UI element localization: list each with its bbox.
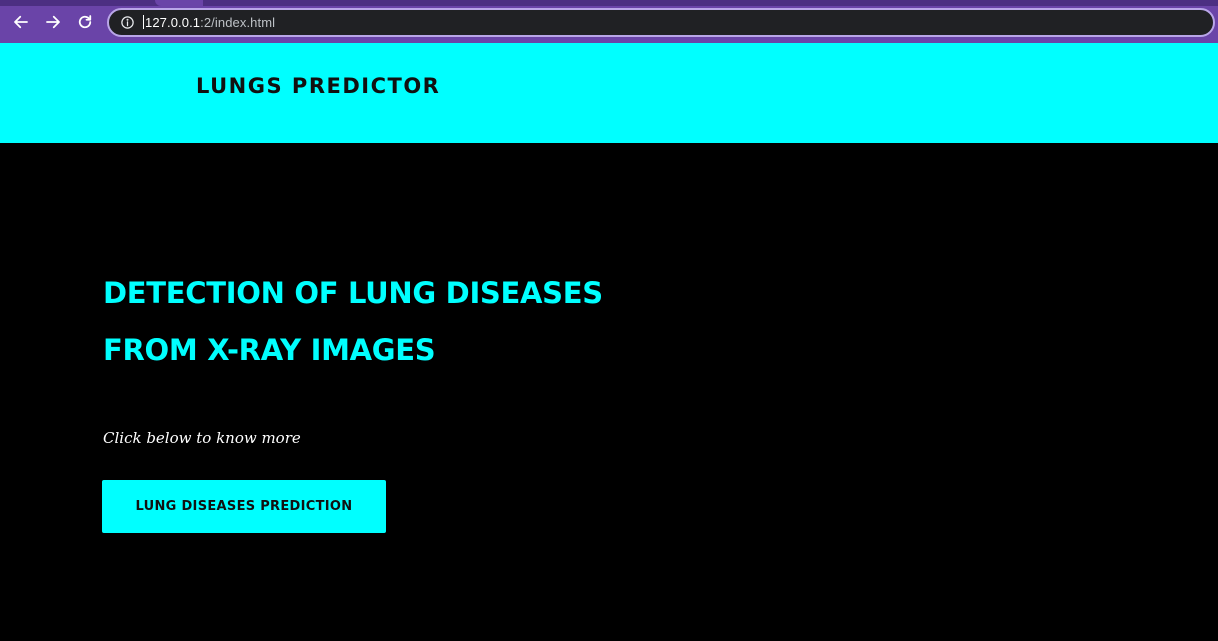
hero-title-line-1: DETECTION OF LUNG DISEASES xyxy=(103,276,603,310)
site-header: LUNGS PREDICTOR xyxy=(0,43,1218,143)
active-tab-edge[interactable] xyxy=(155,0,203,6)
back-button[interactable] xyxy=(10,11,32,33)
url-text[interactable]: 127.0.0.1:2/index.html xyxy=(143,15,275,30)
back-arrow-icon xyxy=(14,15,28,29)
info-icon[interactable] xyxy=(119,15,135,31)
hero-title-line-2: FROM X-RAY IMAGES xyxy=(103,333,436,367)
reload-button[interactable] xyxy=(74,11,96,33)
reload-icon xyxy=(78,15,92,29)
forward-arrow-icon xyxy=(46,15,60,29)
hero-subtitle: Click below to know more xyxy=(103,429,301,447)
url-host: 127.0.0.1 xyxy=(145,15,201,30)
text-caret xyxy=(143,15,144,29)
brand-title[interactable]: LUNGS PREDICTOR xyxy=(196,74,440,98)
hero-title: DETECTION OF LUNG DISEASES FROM X-RAY IM… xyxy=(103,265,603,379)
browser-toolbar: 127.0.0.1:2/index.html xyxy=(0,0,1218,43)
address-bar[interactable]: 127.0.0.1:2/index.html xyxy=(107,8,1215,37)
forward-button[interactable] xyxy=(42,11,64,33)
lung-diseases-prediction-button[interactable]: LUNG DISEASES PREDICTION xyxy=(102,480,386,533)
url-path: :2/index.html xyxy=(200,15,276,30)
